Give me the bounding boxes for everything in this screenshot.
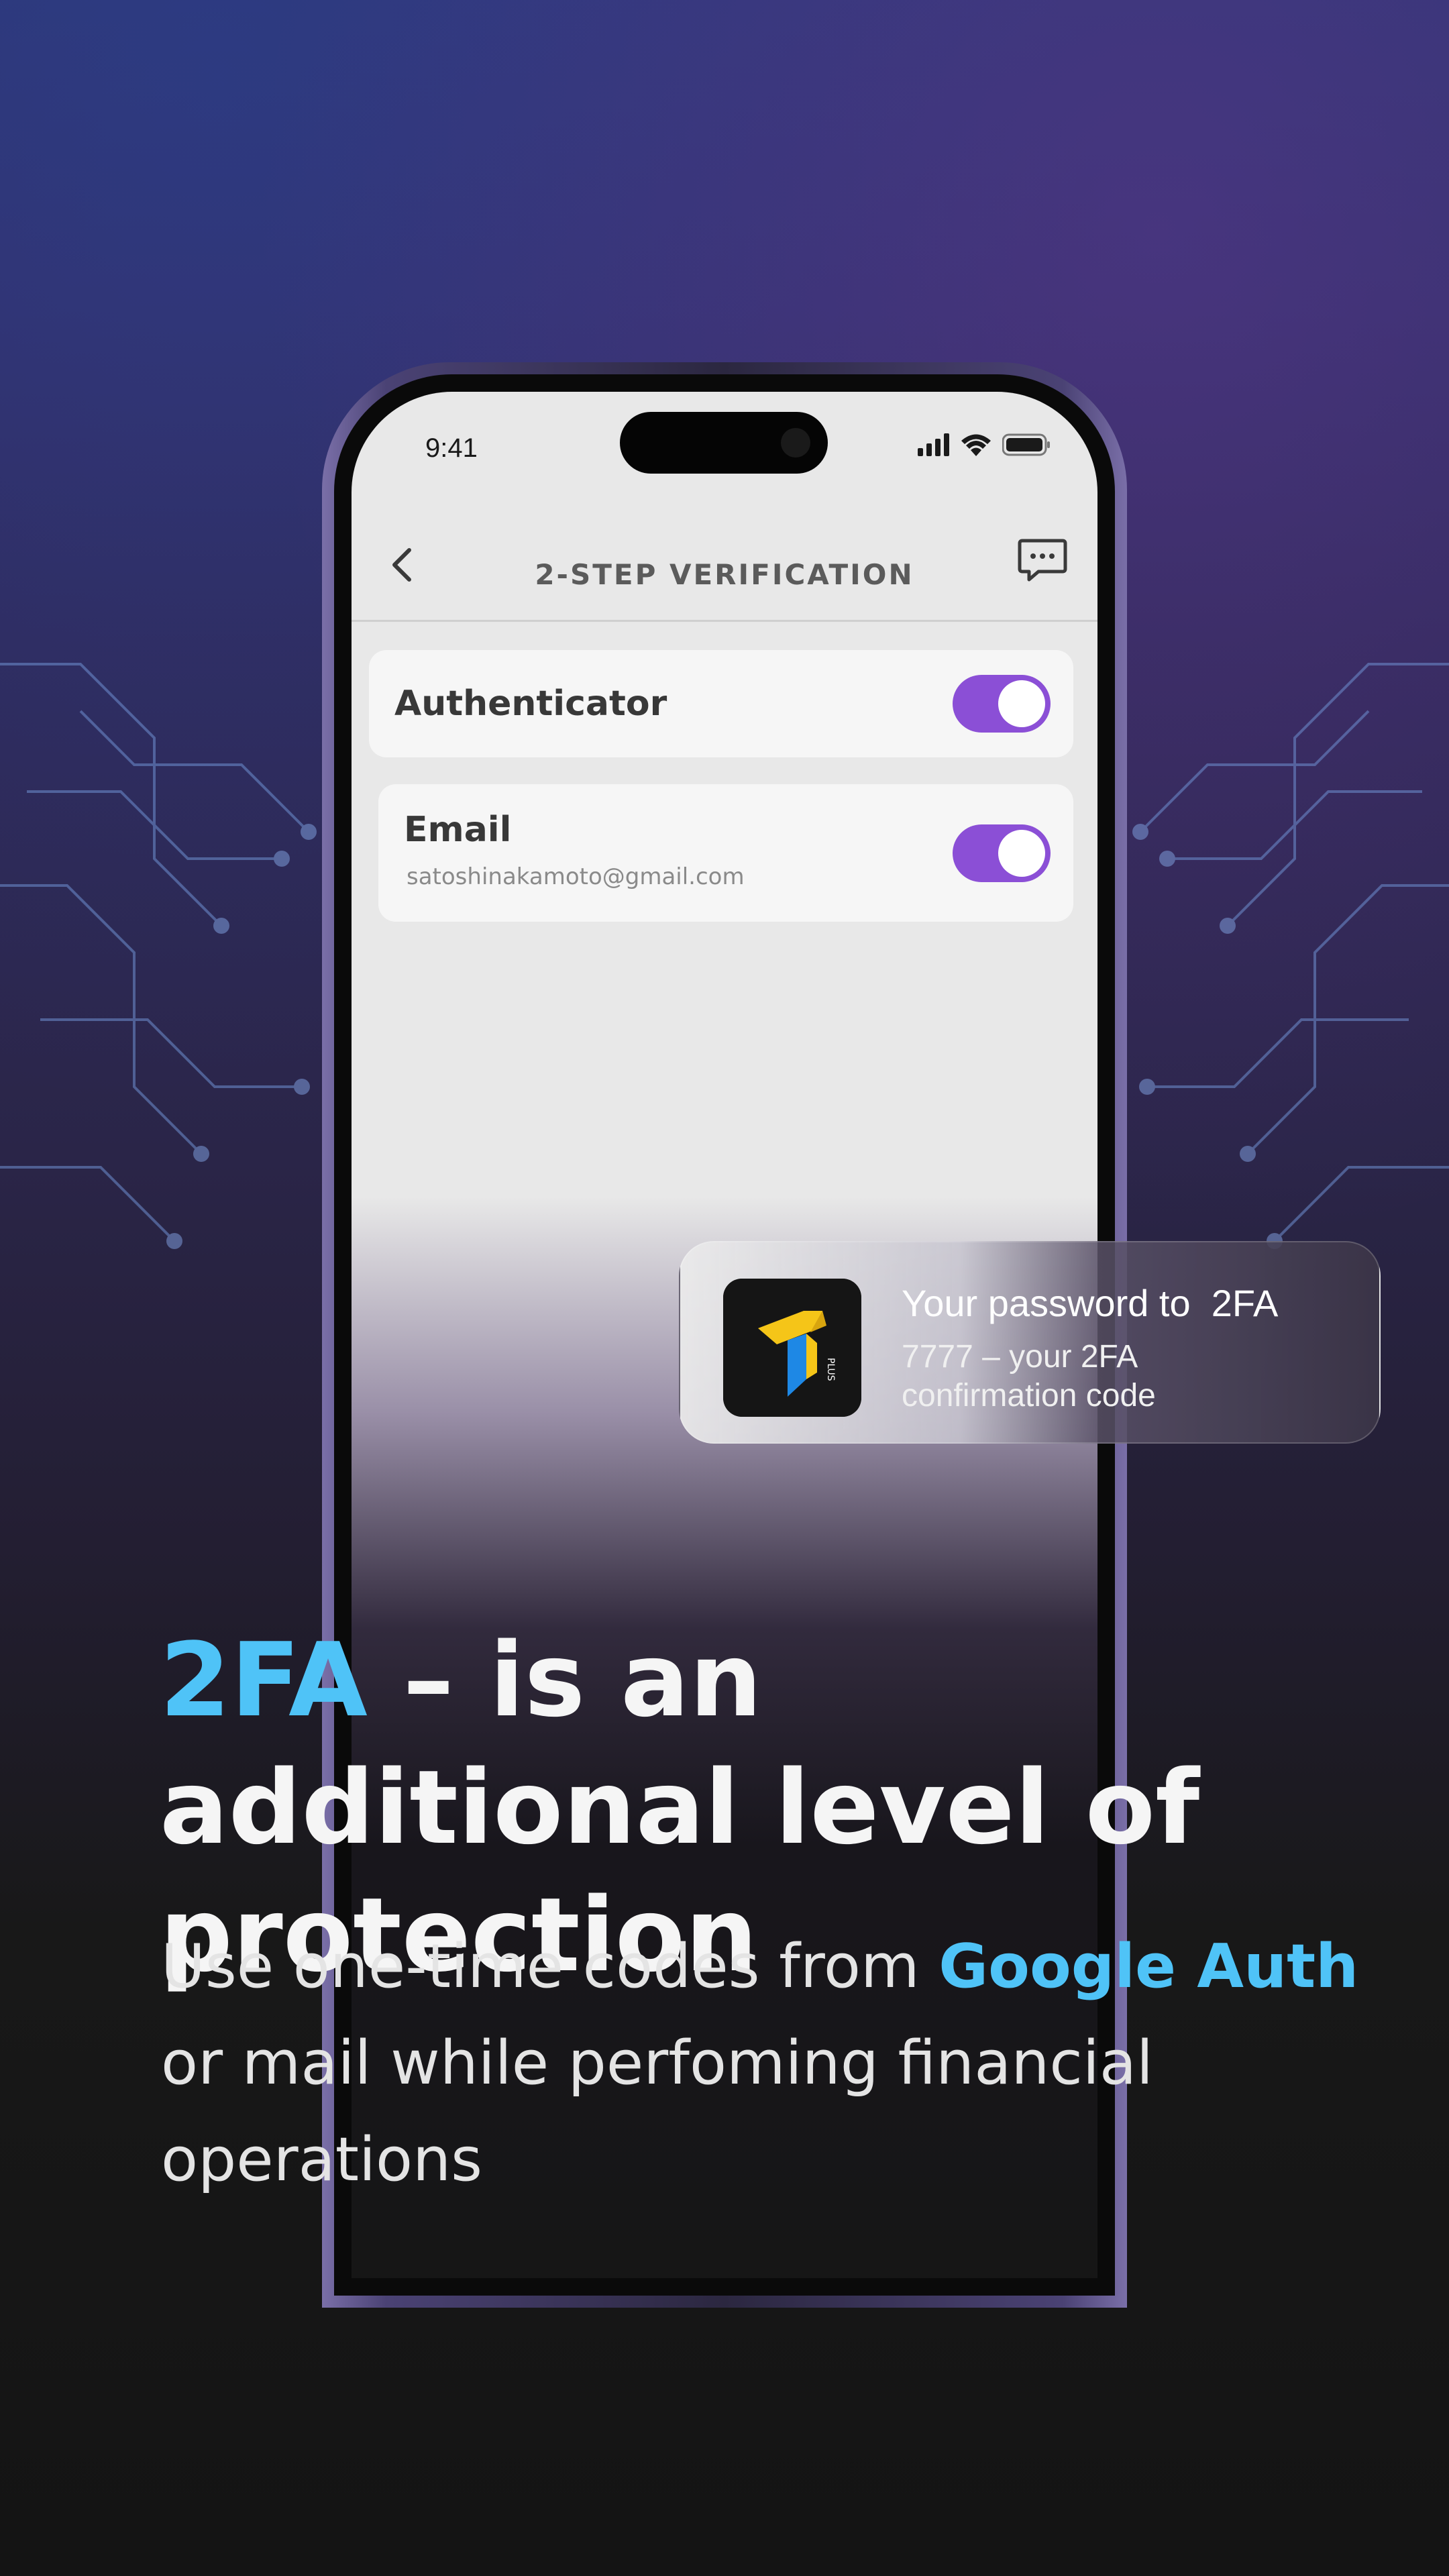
chat-icon[interactable] xyxy=(1016,533,1069,586)
email-address: satoshinakamoto@gmail.com xyxy=(407,863,745,890)
signal-icon xyxy=(918,433,949,456)
subtext: Use one-time codes from Google Auth or m… xyxy=(161,1919,1368,2208)
headline-accent: 2FA xyxy=(160,1621,368,1739)
battery-icon xyxy=(1002,433,1050,456)
nav-bar: 2-STEP VERIFICATION xyxy=(352,492,1097,622)
toggle-knob xyxy=(998,680,1045,727)
notification-title: Your password to 2FA xyxy=(902,1282,1279,1324)
status-time: 9:41 xyxy=(425,433,478,463)
email-toggle[interactable] xyxy=(953,824,1051,882)
t-plus-app-icon: PLUS xyxy=(723,1279,861,1417)
status-bar: 9:41 xyxy=(352,392,1097,492)
dynamic-island xyxy=(620,412,828,474)
authenticator-label: Authenticator xyxy=(394,684,667,724)
status-icons xyxy=(918,433,1051,456)
authenticator-toggle[interactable] xyxy=(953,675,1051,733)
subtext-part1: Use one-time codes from xyxy=(161,1931,939,2002)
email-row: Email satoshinakamoto@gmail.com xyxy=(378,784,1073,922)
camera-icon xyxy=(781,428,810,458)
email-label: Email xyxy=(404,810,512,850)
subtext-part2: or mail while perfoming financial operat… xyxy=(161,2028,1154,2195)
toggle-knob xyxy=(998,830,1045,877)
app-icon-text: PLUS xyxy=(825,1358,836,1381)
notification-body: 7777 – your 2FA confirmation code xyxy=(902,1339,1156,1413)
subtext-accent: Google Auth xyxy=(938,1931,1359,2002)
page-title: 2-STEP VERIFICATION xyxy=(535,558,914,591)
wifi-icon xyxy=(961,434,991,456)
authenticator-row: Authenticator xyxy=(369,650,1073,757)
push-notification[interactable]: PLUS Your password to 2FA 7777 – your 2F… xyxy=(679,1241,1381,1444)
